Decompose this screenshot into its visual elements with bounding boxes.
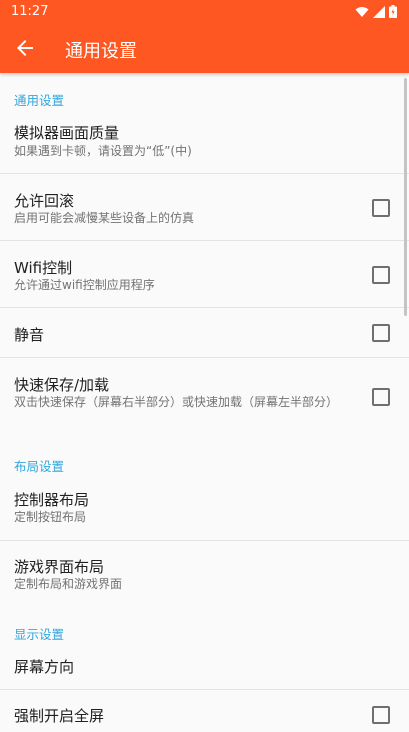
page-title: 通用设置 xyxy=(65,41,137,62)
status-icons xyxy=(355,5,397,18)
setting-title: 允许回滚 xyxy=(14,192,75,210)
setting-controller-layout[interactable]: 控制器布局 定制按钮布局 xyxy=(0,478,409,540)
status-time: 11:27 xyxy=(11,4,49,19)
setting-subtitle: 定制布局和游戏界面 xyxy=(14,577,123,591)
setting-title: 静音 xyxy=(14,326,45,344)
setting-title: 强制开启全屏 xyxy=(14,707,105,725)
app-bar: 通用设置 xyxy=(0,24,409,73)
setting-allow-rewind[interactable]: 允许回滚 启用可能会减慢某些设备上的仿真 xyxy=(0,174,409,240)
setting-subtitle: 允许通过wifi控制应用程序 xyxy=(14,278,155,292)
setting-subtitle: 如果遇到卡顿，请设置为“低”(中) xyxy=(14,144,192,158)
section-header-layout: 布局设置 xyxy=(14,459,65,474)
arrow-back-icon[interactable] xyxy=(13,36,37,60)
setting-title: 游戏界面布局 xyxy=(14,558,105,576)
setting-subtitle: 双击快速保存（屏幕右半部分）或快速加载（屏幕左半部分） xyxy=(14,395,339,409)
setting-wifi-control[interactable]: Wifi控制 允许通过wifi控制应用程序 xyxy=(0,241,409,307)
setting-game-ui-layout[interactable]: 游戏界面布局 定制布局和游戏界面 xyxy=(0,541,409,607)
setting-emulator-quality[interactable]: 模拟器画面质量 如果遇到卡顿，请设置为“低”(中) xyxy=(0,112,409,172)
setting-subtitle: 启用可能会减慢某些设备上的仿真 xyxy=(14,211,195,225)
rewind-checkbox[interactable] xyxy=(372,199,390,217)
mute-checkbox[interactable] xyxy=(372,324,390,342)
fullscreen-checkbox[interactable] xyxy=(372,706,390,724)
quick-save-checkbox[interactable] xyxy=(372,388,390,406)
setting-mute[interactable]: 静音 xyxy=(0,308,409,357)
scrollbar[interactable] xyxy=(404,78,407,316)
setting-force-fullscreen[interactable]: 强制开启全屏 xyxy=(0,690,409,732)
status-bar: 11:27 xyxy=(0,0,409,24)
setting-title: 模拟器画面质量 xyxy=(14,124,120,142)
setting-quick-save-load[interactable]: 快速保存/加载 双击快速保存（屏幕右半部分）或快速加载（屏幕左半部分） xyxy=(0,358,409,438)
battery-icon xyxy=(389,5,397,18)
setting-title: 控制器布局 xyxy=(14,491,90,509)
section-header-general: 通用设置 xyxy=(14,93,65,108)
setting-subtitle: 定制按钮布局 xyxy=(14,510,87,524)
section-header-display: 显示设置 xyxy=(14,627,65,642)
wifi-control-checkbox[interactable] xyxy=(372,266,390,284)
signal-icon xyxy=(373,5,385,18)
settings-list[interactable]: 通用设置 模拟器画面质量 如果遇到卡顿，请设置为“低”(中) 允许回滚 启用可能… xyxy=(0,73,409,732)
wifi-icon xyxy=(355,6,369,17)
setting-title: Wifi控制 xyxy=(14,259,73,277)
setting-title: 快速保存/加载 xyxy=(14,376,110,394)
setting-screen-orientation[interactable]: 屏幕方向 xyxy=(0,645,409,689)
setting-title: 屏幕方向 xyxy=(14,658,75,676)
